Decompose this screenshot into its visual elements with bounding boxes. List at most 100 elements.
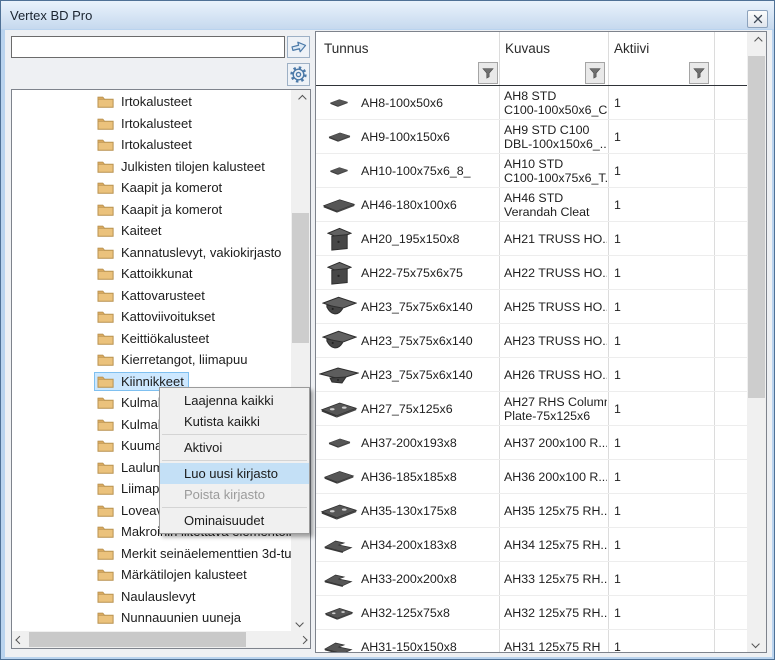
table-row[interactable]: AH23_75x75x6x140 AH26 TRUSS HO... 1 — [316, 358, 747, 392]
part-shape-icon — [318, 197, 360, 213]
scrollbar-thumb[interactable] — [748, 56, 765, 398]
menu-item-kutista-kaikki[interactable]: Kutista kaikki — [160, 411, 309, 432]
window: Vertex BD Pro Irtokalusteet Irtokalustee… — [0, 0, 775, 660]
part-shape-icon — [319, 571, 360, 587]
table-row[interactable]: AH22-75x75x6x75 AH22 TRUSS HO... 1 — [316, 256, 747, 290]
tree-item[interactable]: Kannatuslevyt, vakiokirjasto — [12, 242, 291, 264]
tree-item[interactable]: Kaapit ja komerot — [12, 177, 291, 199]
cell-aktiivi: 1 — [614, 96, 621, 110]
tree-item[interactable]: Irtokalusteet — [12, 134, 291, 156]
filter-input-tunnus[interactable] — [318, 62, 476, 84]
table-row[interactable]: AH10-100x75x6_8_ AH10 STDC100-100x75x6_T… — [316, 154, 747, 188]
menu-item-ominaisuudet[interactable]: Ominaisuudet — [160, 510, 309, 531]
titlebar[interactable]: Vertex BD Pro — [1, 1, 774, 29]
tree-item[interactable]: Kierretangot, liimapuu — [12, 349, 291, 371]
tree-item[interactable]: Kattovarusteet — [12, 285, 291, 307]
table-row[interactable]: AH36-185x185x8 AH36 200x100 R... 1 — [316, 460, 747, 494]
table-row[interactable]: AH23_75x75x6x140 AH23 TRUSS HO... 1 — [316, 324, 747, 358]
scroll-left-button[interactable] — [12, 631, 29, 648]
folder-icon — [97, 246, 114, 259]
table-row[interactable]: AH35-130x175x8 AH35 125x75 RH... 1 — [316, 494, 747, 528]
scrollbar-thumb[interactable] — [292, 213, 309, 343]
table-row[interactable]: AH37-200x193x8 AH37 200x100 R... 1 — [316, 426, 747, 460]
tree-item[interactable]: Naulauslevyt — [12, 586, 291, 608]
scrollbar-thumb[interactable] — [29, 632, 246, 647]
filter-button-tunnus[interactable] — [478, 62, 498, 84]
table-row[interactable]: AH32-125x75x8 AH32 125x75 RH... 1 — [316, 596, 747, 630]
tree-item[interactable]: Merkit seinäelementtien 3d-tunn — [12, 543, 291, 565]
scroll-down-button[interactable] — [291, 614, 310, 631]
folder-icon — [97, 590, 114, 603]
settings-button[interactable] — [287, 63, 310, 86]
part-icon-cell — [318, 188, 360, 221]
tree-item[interactable]: Nunnauunien uuneja — [12, 607, 291, 629]
tree-item-selection: Loveav — [94, 501, 168, 520]
cell-aktiivi: 1 — [614, 334, 621, 348]
cell-tunnus: AH33-200x200x8 — [361, 572, 457, 586]
tree-item-selection: Kaiteet — [94, 221, 166, 240]
column-header-kuvaus[interactable]: Kuvaus — [505, 41, 550, 56]
funnel-icon — [589, 67, 601, 79]
tree-item[interactable]: Irtokalusteet — [12, 91, 291, 113]
scroll-up-button[interactable] — [291, 90, 310, 107]
tree-item-label: Kaapit ja komerot — [121, 202, 222, 217]
folder-icon — [97, 289, 114, 302]
menu-item-luo-uusi-kirjasto[interactable]: Luo uusi kirjasto — [160, 463, 309, 484]
tree-item-selection: Kattoviivoitukset — [94, 307, 220, 326]
table-row[interactable]: AH23_75x75x6x140 AH25 TRUSS HO... 1 — [316, 290, 747, 324]
column-header-aktiivi[interactable]: Aktiivi — [614, 41, 649, 56]
tree-item-label: Kaiteet — [121, 223, 161, 238]
folder-icon — [97, 525, 114, 538]
folder-icon — [97, 95, 114, 108]
table-row[interactable]: AH33-200x200x8 AH33 125x75 RH... 1 — [316, 562, 747, 596]
cell-aktiivi: 1 — [614, 572, 621, 586]
filter-button-kuvaus[interactable] — [585, 62, 605, 84]
tree-item[interactable]: Märkätilojen kalusteet — [12, 564, 291, 586]
tree-item-label: Naulauslevyt — [121, 589, 195, 604]
cell-kuvaus: AH21 TRUSS HO... — [504, 232, 607, 246]
table-row[interactable]: AH27_75x125x6 AH27 RHS ColumnPlate-75x12… — [316, 392, 747, 426]
scroll-up-button[interactable] — [747, 32, 766, 49]
tree-item[interactable]: Kattoikkunat — [12, 263, 291, 285]
search-input[interactable] — [11, 36, 285, 58]
column-header-tunnus[interactable]: Tunnus — [324, 41, 369, 56]
tree-list: Irtokalusteet Irtokalusteet Irtokalustee… — [12, 91, 291, 631]
filter-button-aktiivi[interactable] — [689, 62, 709, 84]
cell-tunnus: AH32-125x75x8 — [361, 606, 450, 620]
part-icon-cell — [318, 222, 360, 255]
tree-item[interactable]: Julkisten tilojen kalusteet — [12, 156, 291, 178]
part-icon-cell — [318, 392, 360, 425]
tree-vertical-scrollbar[interactable] — [291, 90, 310, 631]
part-icon-cell — [318, 528, 360, 561]
close-button[interactable] — [747, 10, 768, 28]
table-row[interactable]: AH9-100x150x6 AH9 STD C100DBL-100x150x6_… — [316, 120, 747, 154]
filter-input-aktiivi[interactable] — [611, 62, 689, 84]
scroll-right-button[interactable] — [293, 631, 310, 648]
cell-tunnus: AH22-75x75x6x75 — [361, 266, 463, 280]
tree-item[interactable]: Kaiteet — [12, 220, 291, 242]
tree-item-selection: Kattoikkunat — [94, 264, 198, 283]
table-row[interactable]: AH8-100x50x6 AH8 STDC100-100x50x6_C... 1 — [316, 86, 747, 120]
table-row[interactable]: AH34-200x183x8 AH34 125x75 RH... 1 — [316, 528, 747, 562]
tree-item[interactable]: Kaapit ja komerot — [12, 199, 291, 221]
cell-aktiivi: 1 — [614, 198, 621, 212]
menu-item-laajenna-kaikki[interactable]: Laajenna kaikki — [160, 390, 309, 411]
filter-input-kuvaus[interactable] — [502, 62, 584, 84]
cell-tunnus: AH35-130x175x8 — [361, 504, 457, 518]
table-row[interactable]: AH31-150x150x8 AH31 125x75 RH 1 — [316, 630, 747, 652]
tree-horizontal-scrollbar[interactable] — [12, 631, 310, 648]
cell-tunnus: AH23_75x75x6x140 — [361, 368, 473, 382]
table-row[interactable]: AH46-180x100x6 AH46 STDVerandah Cleat 1 — [316, 188, 747, 222]
tree-item-selection: Irtokalusteet — [94, 114, 197, 133]
tree-item[interactable]: Kattoviivoitukset — [12, 306, 291, 328]
tree-item-label: Irtokalusteet — [121, 94, 192, 109]
scroll-down-button[interactable] — [747, 635, 766, 652]
search-go-button[interactable] — [287, 36, 310, 58]
cell-kuvaus: AH26 TRUSS HO... — [504, 368, 607, 382]
table-row[interactable]: AH20_195x150x8 AH21 TRUSS HO... 1 — [316, 222, 747, 256]
tree-item[interactable]: Keittiökalusteet — [12, 328, 291, 350]
table-vertical-scrollbar[interactable] — [747, 32, 766, 652]
chevron-right-icon — [299, 635, 307, 643]
menu-item-aktivoi[interactable]: Aktivoi — [160, 437, 309, 458]
tree-item[interactable]: Irtokalusteet — [12, 113, 291, 135]
